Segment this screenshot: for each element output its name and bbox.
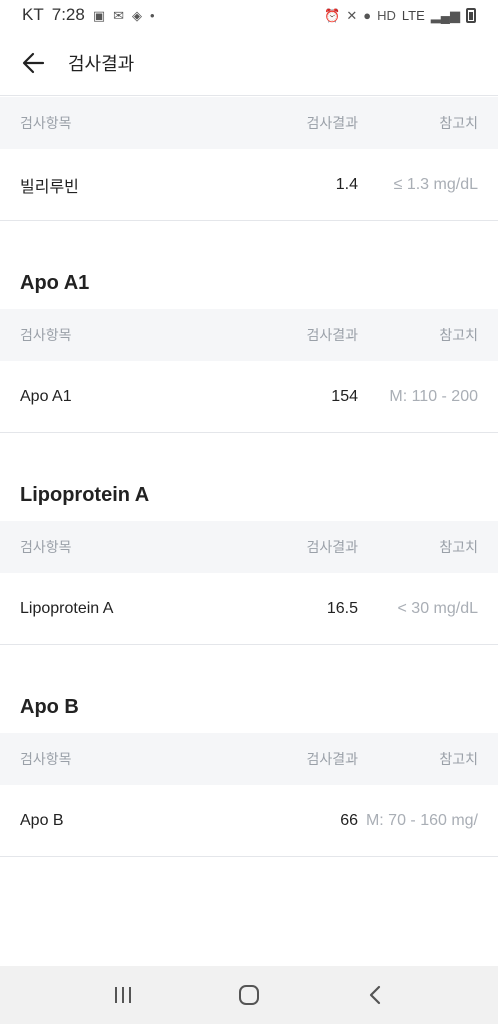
back-button[interactable] [20, 49, 48, 77]
row-item: Apo B [20, 811, 64, 829]
header-item: 검사항목 [20, 539, 72, 555]
location-icon: ● [363, 7, 372, 23]
section-title: Lipoprotein A [20, 484, 150, 506]
row-item: Apo A1 [20, 387, 72, 405]
network-label: LTE [401, 7, 425, 23]
table-header: 검사항목 검사결과 참고치 [0, 733, 498, 785]
chevron-left-icon [369, 985, 381, 1005]
gallery-icon: ▣ [92, 7, 106, 23]
row-result: 66 [340, 811, 358, 829]
vibrate-icon: ✕ [346, 7, 358, 23]
arrow-left-icon [22, 52, 45, 73]
header-result: 검사결과 [306, 327, 358, 343]
row-reference: ≤ 1.3 mg/dL [393, 175, 478, 193]
alarm-icon: ⏰ [324, 7, 341, 23]
row-reference: M: 110 - 200 [389, 387, 478, 405]
recent-apps-button[interactable] [103, 975, 143, 1015]
section-title: Apo B [20, 696, 79, 718]
header-reference: 참고치 [439, 115, 478, 131]
row-result: 1.4 [335, 175, 358, 193]
header-item: 검사항목 [20, 115, 72, 131]
status-bar: KT 7:28 ▣ ✉ ◈ • ⏰ ✕ ● HD LTE ▂▄▆ [0, 0, 498, 30]
mail-icon: ✉ [113, 7, 125, 23]
home-button[interactable] [229, 975, 269, 1015]
recent-apps-icon [115, 987, 131, 1003]
table-row: Apo B 66 M: 70 - 160 mg/ [0, 785, 498, 857]
header-result: 검사결과 [306, 539, 358, 555]
table-header: 검사항목 검사결과 참고치 [0, 97, 498, 149]
row-reference: < 30 mg/dL [397, 599, 479, 617]
table-row: 빌리루빈 1.4 ≤ 1.3 mg/dL [0, 149, 498, 221]
header-result: 검사결과 [306, 115, 358, 131]
header-reference: 참고치 [439, 539, 478, 555]
clock: 7:28 [51, 5, 85, 24]
header-item: 검사항목 [20, 327, 72, 343]
row-item: 빌리루빈 [20, 178, 79, 196]
section-title: Apo A1 [20, 272, 90, 294]
dot-icon: • [150, 7, 155, 23]
page-title: 검사결과 [68, 53, 135, 74]
table-header: 검사항목 검사결과 참고치 [0, 521, 498, 573]
row-reference: M: 70 - 160 mg/ [365, 811, 478, 829]
header-reference: 참고치 [439, 751, 478, 767]
app-header: 검사결과 [0, 30, 498, 96]
row-result: 16.5 [326, 599, 358, 617]
system-nav-bar [0, 966, 498, 1024]
header-item: 검사항목 [20, 751, 72, 767]
row-result: 154 [331, 387, 358, 405]
header-result: 검사결과 [306, 751, 358, 767]
home-icon [239, 985, 259, 1005]
table-row: Lipoprotein A 16.5 < 30 mg/dL [0, 573, 498, 645]
system-back-button[interactable] [355, 975, 395, 1015]
battery-icon [466, 7, 476, 23]
table-header: 검사항목 검사결과 참고치 [0, 309, 498, 361]
row-item: Lipoprotein A [20, 599, 114, 617]
signal-icon: ▂▄▆ [430, 7, 460, 23]
hd-icon: HD [377, 7, 396, 23]
results-list: 검사항목 검사결과 참고치 빌리루빈 1.4 ≤ 1.3 mg/dL Apo A… [0, 97, 498, 857]
carrier-label: KT [22, 5, 44, 24]
header-reference: 참고치 [439, 327, 478, 343]
table-row: Apo A1 154 M: 110 - 200 [0, 361, 498, 433]
pill-icon: ◈ [132, 7, 143, 23]
